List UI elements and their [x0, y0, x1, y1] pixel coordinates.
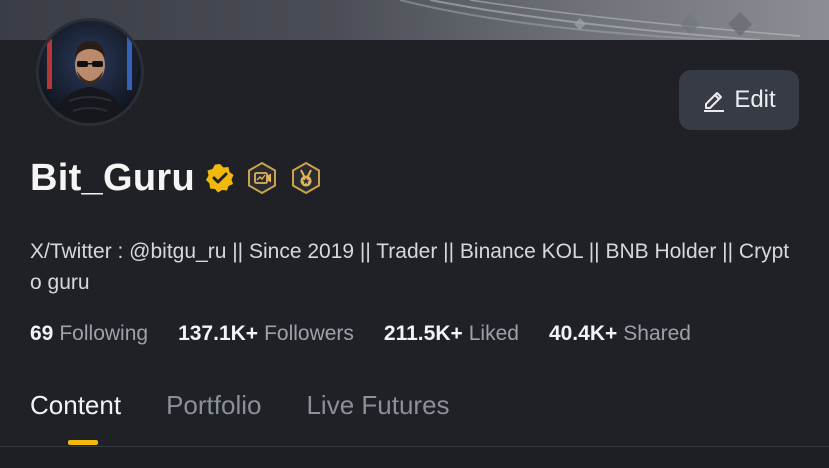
- avatar[interactable]: [36, 18, 144, 126]
- profile-page: Edit Bit_Guru X/Twitter : @bitgu_ru || S…: [0, 0, 829, 468]
- stat-label: Followers: [264, 322, 354, 345]
- username-row: Bit_Guru: [30, 154, 323, 202]
- stat-value: 40.4K+: [548, 322, 618, 345]
- stat-label: Following: [59, 322, 149, 345]
- stat-liked: 211.5K+ Liked: [384, 322, 519, 346]
- stat-shared: 40.4K+ Shared: [549, 322, 691, 346]
- stat-value: 69: [30, 322, 54, 345]
- stat-value: 137.1K+: [178, 322, 259, 345]
- avatar-image: [39, 21, 141, 123]
- edit-profile-button[interactable]: Edit: [679, 70, 799, 130]
- profile-stats: 69 Following 137.1K+ Followers 211.5K+ L…: [30, 322, 721, 346]
- verified-check-icon[interactable]: [205, 163, 235, 193]
- profile-tabs: Content Portfolio Live Futures: [30, 390, 495, 421]
- edit-button-label: Edit: [734, 86, 776, 113]
- stat-label: Liked: [468, 322, 519, 345]
- tab-portfolio[interactable]: Portfolio: [166, 390, 261, 421]
- content-area: [0, 447, 829, 468]
- username: Bit_Guru: [30, 156, 195, 199]
- stat-followers[interactable]: 137.1K+ Followers: [178, 322, 354, 346]
- stat-label: Shared: [623, 322, 691, 345]
- live-stream-badge-icon[interactable]: [245, 161, 279, 195]
- pencil-icon: [704, 92, 725, 112]
- stat-following[interactable]: 69 Following: [30, 322, 148, 346]
- profile-bio: X/Twitter : @bitgu_ru || Since 2019 || T…: [30, 240, 790, 294]
- tab-content[interactable]: Content: [30, 390, 121, 421]
- tab-live-futures[interactable]: Live Futures: [306, 390, 449, 421]
- stat-value: 211.5K+: [383, 322, 463, 345]
- active-tab-indicator: [68, 440, 98, 445]
- medal-badge-icon[interactable]: [289, 161, 323, 195]
